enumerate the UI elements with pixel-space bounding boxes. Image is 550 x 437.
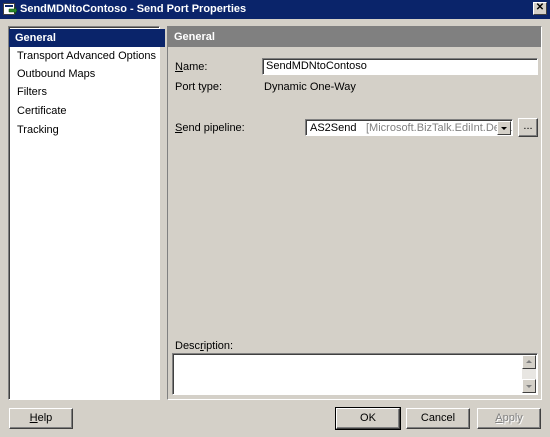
description-field[interactable]: [172, 353, 538, 395]
browse-pipeline-button[interactable]: ...: [518, 118, 538, 137]
send-pipeline-assembly: [Microsoft.BizTalk.EdiInt.DefaultP: [366, 122, 513, 134]
ok-button[interactable]: OK: [335, 407, 401, 430]
general-panel: General Name: SendMDNtoContoso Port type…: [167, 26, 542, 400]
port-type-value: Dynamic One-Way: [264, 81, 356, 93]
apply-button[interactable]: Apply: [477, 408, 541, 429]
title-bar[interactable]: SendMDNtoContoso - Send Port Properties …: [0, 0, 550, 19]
scroll-up-icon[interactable]: [522, 355, 536, 369]
nav-item-tracking[interactable]: Tracking: [11, 121, 167, 139]
nav-item-certificate[interactable]: Certificate: [11, 102, 167, 120]
nav-item-filters[interactable]: Filters: [11, 83, 167, 101]
navigation-pane: General Transport Advanced Options Outbo…: [8, 26, 165, 400]
send-port-icon: [3, 2, 18, 16]
close-button[interactable]: ✕: [533, 2, 547, 15]
help-button[interactable]: Help: [9, 408, 73, 429]
name-label: Name:: [175, 61, 208, 73]
dropdown-arrow-icon[interactable]: [497, 121, 511, 135]
nav-item-general[interactable]: General: [9, 29, 165, 47]
description-label: Description:: [175, 340, 234, 352]
port-type-label: Port type:: [175, 81, 223, 93]
send-pipeline-select[interactable]: AS2Send [Microsoft.BizTalk.EdiInt.Defaul…: [305, 119, 513, 136]
cancel-button[interactable]: Cancel: [406, 408, 470, 429]
scroll-down-icon[interactable]: [522, 379, 536, 393]
nav-item-outbound-maps[interactable]: Outbound Maps: [11, 65, 167, 83]
send-pipeline-label: Send pipeline:: [175, 122, 245, 134]
section-header: General: [168, 27, 541, 47]
close-icon: ✕: [535, 2, 545, 13]
description-scrollbar[interactable]: [522, 355, 536, 393]
name-field[interactable]: SendMDNtoContoso: [262, 58, 538, 75]
nav-item-transport-advanced-options[interactable]: Transport Advanced Options: [11, 47, 167, 65]
window-title: SendMDNtoContoso - Send Port Properties: [20, 3, 247, 15]
send-pipeline-value: AS2Send: [310, 122, 357, 134]
send-port-properties-dialog: SendMDNtoContoso - Send Port Properties …: [0, 0, 550, 437]
